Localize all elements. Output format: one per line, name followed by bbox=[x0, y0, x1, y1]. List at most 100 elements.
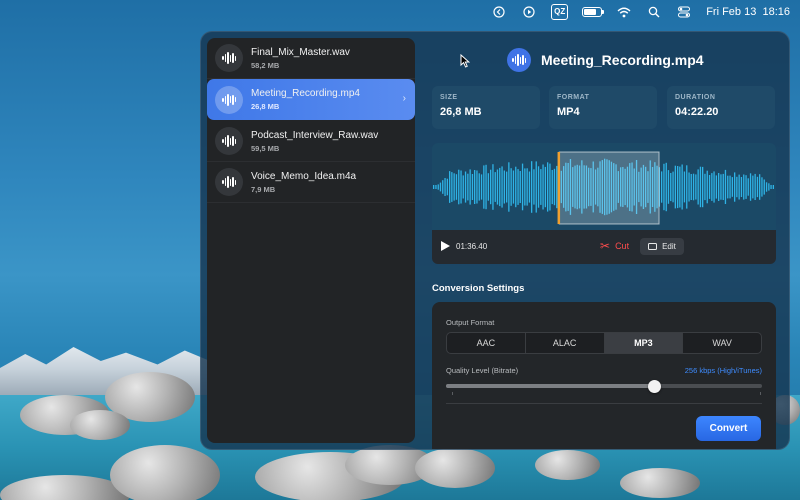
waveform-bar bbox=[697, 169, 699, 205]
format-option-alac[interactable]: ALAC bbox=[526, 333, 605, 353]
convert-button[interactable]: Convert bbox=[696, 416, 761, 441]
file-list-item-selected[interactable]: Meeting_Recording.mp4 26,8 MB › bbox=[207, 79, 415, 120]
audio-wave-icon bbox=[507, 48, 531, 72]
quality-slider-thumb[interactable] bbox=[648, 380, 662, 393]
edit-button[interactable]: Edit bbox=[640, 238, 684, 255]
waveform-bar bbox=[720, 174, 722, 200]
slider-tick bbox=[452, 392, 453, 395]
waveform-bar bbox=[674, 165, 676, 209]
waveform-bar bbox=[521, 163, 524, 211]
waveform-bar bbox=[508, 162, 510, 212]
quality-slider-track[interactable] bbox=[446, 384, 762, 388]
format-option-aac[interactable]: AAC bbox=[447, 333, 526, 353]
waveform-bar bbox=[542, 164, 544, 210]
waveform-bar bbox=[519, 171, 521, 203]
file-list-item[interactable]: Final_Mix_Master.wav 58,2 MB bbox=[207, 38, 415, 79]
stat-label: SIZE bbox=[440, 94, 458, 101]
waveform-panel: 01:36.40 ✂ Cut Edit bbox=[432, 143, 776, 264]
waveform-bar bbox=[661, 171, 663, 203]
waveform-display[interactable] bbox=[432, 143, 776, 230]
waveform-bar bbox=[512, 170, 515, 204]
waveform-bar bbox=[494, 172, 496, 202]
qz-icon[interactable]: QZ bbox=[551, 4, 569, 20]
output-format-label: Output Format bbox=[446, 318, 495, 327]
waveform-bar bbox=[446, 178, 448, 196]
waveform-bar bbox=[670, 173, 672, 202]
format-segmented-control: AAC ALAC MP3 WAV bbox=[446, 332, 762, 354]
waveform-bar bbox=[480, 174, 483, 200]
control-center-icon[interactable] bbox=[676, 4, 692, 20]
waveform-bar bbox=[503, 170, 505, 204]
waveform-bar bbox=[704, 173, 706, 201]
quality-slider-fill bbox=[446, 384, 655, 388]
format-option-mp3[interactable]: MP3 bbox=[604, 333, 684, 353]
divider bbox=[446, 403, 762, 404]
waveform-bar bbox=[506, 171, 508, 203]
format-option-wav[interactable]: WAV bbox=[683, 333, 761, 353]
search-icon[interactable] bbox=[646, 4, 662, 20]
wifi-icon[interactable] bbox=[616, 4, 632, 20]
format-card: FORMAT MP4 bbox=[549, 86, 657, 129]
waveform-bar bbox=[713, 171, 715, 203]
waveform-bar bbox=[547, 162, 549, 212]
waveform-bar bbox=[681, 164, 683, 210]
waveform-bar bbox=[469, 169, 471, 205]
playhead-marker[interactable] bbox=[557, 152, 561, 224]
conversion-settings-panel: Output Format AAC ALAC MP3 WAV Quality L… bbox=[432, 302, 776, 449]
waveform-bar bbox=[531, 161, 533, 213]
file-list-item[interactable]: Voice_Memo_Idea.m4a 7,9 MB bbox=[207, 162, 415, 203]
waveform-bar bbox=[718, 173, 720, 201]
play-circle-icon[interactable] bbox=[521, 4, 537, 20]
waveform-bar bbox=[724, 169, 727, 204]
waveform-bar bbox=[677, 166, 679, 209]
waveform-bar bbox=[692, 173, 695, 201]
waveform-bar bbox=[711, 173, 713, 201]
waveform-bar bbox=[740, 177, 743, 197]
waveform-bar bbox=[442, 180, 444, 194]
cut-label: Cut bbox=[615, 241, 630, 251]
battery-icon[interactable] bbox=[582, 4, 605, 20]
waveform-bar bbox=[524, 168, 526, 206]
menubar-clock[interactable]: Fri Feb 13 18:16 bbox=[706, 6, 790, 18]
waveform-bar bbox=[537, 166, 540, 208]
waveform-bar bbox=[686, 165, 688, 209]
waveform-bar bbox=[754, 173, 756, 200]
file-name: Voice_Memo_Idea.m4a bbox=[251, 170, 357, 182]
waveform-bar bbox=[435, 185, 437, 189]
waveform-selection[interactable] bbox=[558, 151, 660, 225]
waveform-bar bbox=[672, 171, 674, 203]
back-circle-icon[interactable] bbox=[491, 4, 507, 20]
waveform-bar bbox=[734, 172, 736, 202]
current-time: 01:36.40 bbox=[456, 242, 488, 251]
file-list-item[interactable]: Podcast_Interview_Raw.wav 59,5 MB bbox=[207, 121, 415, 162]
waveform-bar bbox=[759, 174, 761, 200]
audio-wave-icon bbox=[215, 168, 243, 196]
waveform-bar bbox=[553, 168, 556, 206]
stat-value: 04:22.20 bbox=[675, 106, 719, 118]
player-bar: 01:36.40 ✂ Cut Edit bbox=[432, 230, 776, 264]
waveform-bar bbox=[761, 177, 763, 197]
waveform-bar bbox=[768, 183, 770, 191]
file-size: 59,5 MB bbox=[251, 143, 280, 153]
waveform-bar bbox=[471, 174, 474, 200]
section-title: Conversion Settings bbox=[432, 283, 525, 294]
cut-button[interactable]: ✂ Cut bbox=[600, 240, 629, 252]
waveform-bar bbox=[515, 166, 517, 208]
waveform-bar bbox=[540, 169, 542, 205]
waveform-bar bbox=[679, 166, 681, 208]
waveform-bar bbox=[722, 173, 724, 200]
bitrate-value: 256 kbps (High/iTunes) bbox=[684, 366, 762, 375]
waveform-bar bbox=[736, 176, 738, 198]
waveform-bar bbox=[528, 171, 531, 203]
waveform-bar bbox=[756, 176, 759, 198]
desktop-rock bbox=[415, 448, 495, 488]
audio-wave-icon bbox=[215, 127, 243, 155]
play-icon[interactable] bbox=[441, 241, 450, 251]
file-name: Final_Mix_Master.wav bbox=[251, 46, 350, 58]
waveform-bar bbox=[772, 185, 774, 189]
waveform-bar bbox=[699, 166, 702, 208]
waveform-bar bbox=[667, 170, 670, 204]
waveform-bar bbox=[487, 173, 489, 201]
waveform-bar bbox=[490, 169, 492, 205]
waveform-bar bbox=[695, 174, 697, 200]
